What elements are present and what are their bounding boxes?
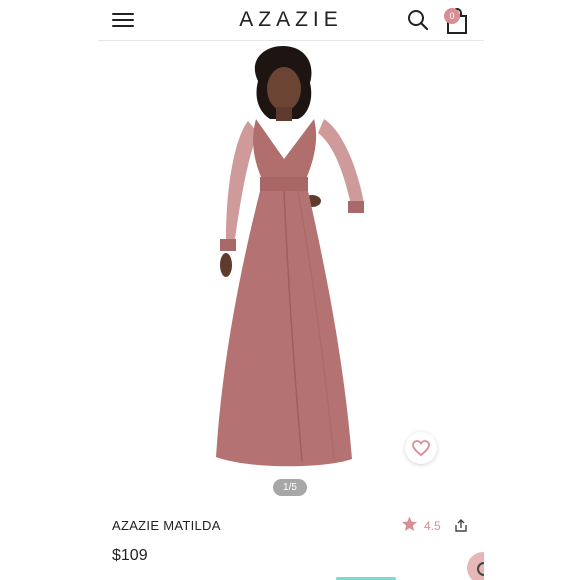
cart-count-badge[interactable]: 0 [444, 8, 460, 24]
share-icon[interactable] [455, 519, 467, 532]
heart-icon [412, 440, 430, 456]
star-icon [402, 516, 417, 531]
rating-value[interactable]: 4.5 [424, 519, 441, 533]
wishlist-button[interactable] [405, 432, 437, 464]
top-navigation-bar: AZAZIE 0 [98, 0, 484, 41]
image-pager: 1/5 [273, 479, 307, 496]
product-page: AZAZIE 0 1/5 AZAZIE MATILDA 4.5 $109 [98, 0, 484, 580]
chat-icon [477, 562, 484, 576]
search-icon[interactable] [407, 9, 429, 31]
product-image[interactable] [98, 41, 484, 471]
product-price: $109 [112, 547, 148, 564]
product-title: AZAZIE MATILDA [112, 518, 221, 533]
chat-button[interactable] [467, 552, 484, 580]
